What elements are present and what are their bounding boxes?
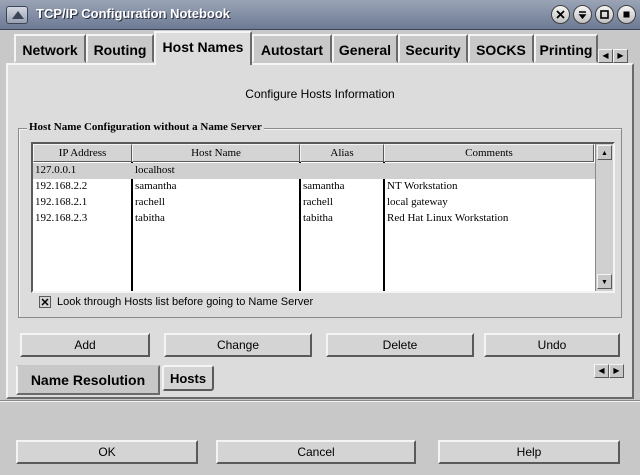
tab-printing[interactable]: Printing [534,34,598,63]
maximize-icon[interactable] [595,5,614,24]
subtab-scroll-arrows: ◀ ▶ [594,364,624,378]
hosts-table[interactable]: IP Address Host Name Alias Comments 127.… [31,142,615,293]
scroll-down-icon[interactable]: ▼ [597,274,612,289]
table-row[interactable]: 127.0.0.1 localhost [33,163,595,179]
tab-scroll-right-icon[interactable]: ▶ [613,49,628,63]
window-title: TCP/IP Configuration Notebook [36,6,231,21]
window-menu-icon[interactable] [6,6,28,24]
hosts-groupbox: Host Name Configuration without a Name S… [18,121,622,318]
cell-comments: NT Workstation [387,180,458,192]
scroll-up-icon[interactable]: ▲ [597,145,612,160]
column-header-host-name[interactable]: Host Name [132,144,300,162]
tab-autostart[interactable]: Autostart [252,34,332,63]
cell-alias: samantha [303,180,345,192]
cell-host-name: rachell [135,196,165,208]
table-row[interactable]: 192.168.2.3 tabitha tabitha Red Hat Linu… [33,211,595,227]
column-header-comments[interactable]: Comments [384,144,594,162]
lookup-hosts-label: Look through Hosts list before going to … [57,296,314,308]
cell-ip-address: 192.168.2.1 [35,196,88,208]
subtab-name-resolution[interactable]: Name Resolution [16,365,160,395]
restore-icon[interactable] [617,5,636,24]
cell-alias: tabitha [303,212,333,224]
subtab-scroll-right-icon[interactable]: ▶ [609,364,624,378]
cell-alias: rachell [303,196,333,208]
table-row[interactable]: 192.168.2.1 rachell rachell local gatewa… [33,195,595,211]
tab-host-names[interactable]: Host Names [154,31,252,65]
cancel-button[interactable]: Cancel [216,440,416,464]
tab-scroll-left-icon[interactable]: ◀ [598,49,613,63]
table-vertical-scrollbar[interactable]: ▲ ▼ [595,144,613,291]
tab-general[interactable]: General [332,34,398,63]
tab-network[interactable]: Network [14,34,86,63]
footer-divider [0,400,640,402]
close-icon[interactable] [551,5,570,24]
cell-host-name: localhost [135,164,175,176]
cell-ip-address: 127.0.0.1 [35,164,77,176]
title-bar[interactable]: TCP/IP Configuration Notebook [0,0,640,30]
cell-comments: local gateway [387,196,448,208]
minimize-icon[interactable] [573,5,592,24]
tab-scroll-arrows: ◀ ▶ [598,49,628,63]
notebook-tabs: Network Routing Host Names Autostart Gen… [0,31,640,65]
tab-socks[interactable]: SOCKS [468,34,534,63]
cell-ip-address: 192.168.2.2 [35,180,88,192]
cell-host-name: tabitha [135,212,165,224]
cell-host-name: samantha [135,180,177,192]
ok-button[interactable]: OK [16,440,198,464]
column-header-ip-address[interactable]: IP Address [33,144,132,162]
undo-button[interactable]: Undo [484,333,620,357]
cell-ip-address: 192.168.2.3 [35,212,88,224]
checkmark-x-icon [41,298,49,306]
cell-comments: Red Hat Linux Workstation [387,212,509,224]
host-names-page: Configure Hosts Information Host Name Co… [6,63,634,399]
subtab-hosts[interactable]: Hosts [162,365,214,391]
tab-routing[interactable]: Routing [86,34,154,63]
page-heading: Configure Hosts Information [245,87,395,101]
column-header-alias[interactable]: Alias [300,144,384,162]
table-row[interactable]: 192.168.2.2 samantha samantha NT Worksta… [33,179,595,195]
group-title: Host Name Configuration without a Name S… [27,121,264,133]
lookup-hosts-checkbox[interactable] [39,296,51,308]
help-button[interactable]: Help [438,440,620,464]
hosts-lookup-option[interactable]: Look through Hosts list before going to … [39,296,313,308]
subtab-scroll-left-icon[interactable]: ◀ [594,364,609,378]
add-button[interactable]: Add [20,333,150,357]
change-button[interactable]: Change [164,333,312,357]
tab-security[interactable]: Security [398,34,468,63]
delete-button[interactable]: Delete [326,333,474,357]
